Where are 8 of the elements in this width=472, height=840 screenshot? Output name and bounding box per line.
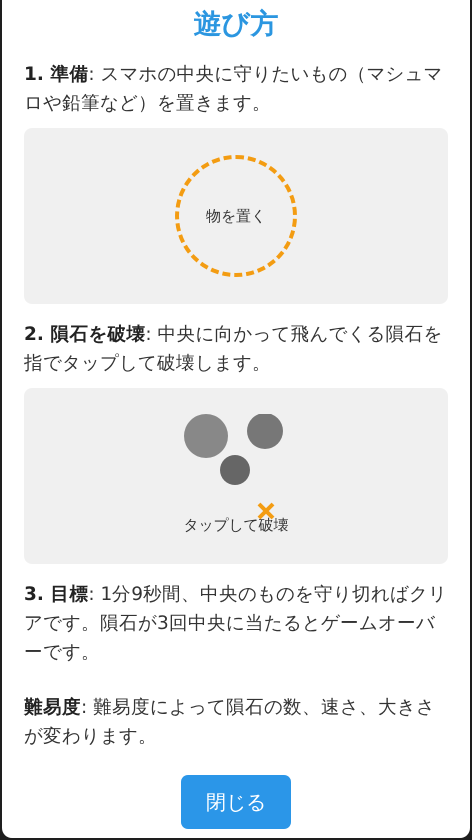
- instruction-text: 3. 目標: 1分9秒間、中央のものを守り切ればクリアです。隕石が3回中央に当たるとゲームオーバーです。: [24, 583, 448, 665]
- instruction-text: 2. 隕石を破壊: 中央に向かって飛んでくる隕石を指でタップして破壊します。: [24, 323, 444, 376]
- illustration-caption: タップして破壊: [184, 516, 288, 535]
- instruction-text: 1. 準備: スマホの中央に守りたいもの（マシュマロや鉛筆など）を置きます。: [24, 63, 444, 116]
- modal-title: 遊び方: [192, 6, 280, 42]
- illustration-caption: 物を置く: [206, 206, 266, 226]
- close-button[interactable]: 閉じる: [181, 775, 291, 829]
- instruction-text: 難易度: 難易度によって隕石の数、速さ、大きさが変わります。: [24, 696, 436, 749]
